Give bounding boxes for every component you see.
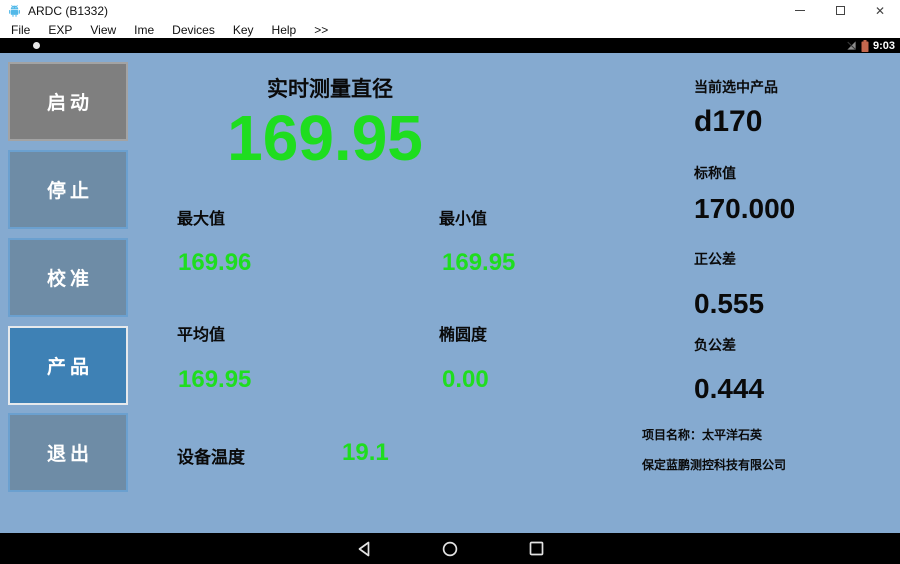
nominal-label: 标称值 <box>694 163 736 183</box>
minimize-icon <box>795 10 805 11</box>
min-label: 最小值 <box>439 205 487 229</box>
close-icon: ✕ <box>875 5 885 17</box>
ovality-value: 0.00 <box>442 366 489 394</box>
window-controls: ✕ <box>780 0 900 21</box>
avg-label: 平均值 <box>177 321 225 345</box>
notification-dot-icon <box>33 42 40 49</box>
menu-exp[interactable]: EXP <box>39 23 81 37</box>
ovality-label: 椭圆度 <box>439 321 487 345</box>
status-icons: 9:03 <box>846 38 895 53</box>
app-content: 启动 停止 校准 产品 退出 实时测量直径 169.95 最大值 169.96 … <box>0 53 900 533</box>
android-app-icon <box>8 4 21 17</box>
avg-value: 169.95 <box>178 366 251 394</box>
device-temp-label: 设备温度 <box>177 443 245 468</box>
neg-tolerance-label: 负公差 <box>694 335 736 355</box>
menu-more[interactable]: >> <box>305 23 337 37</box>
menu-view[interactable]: View <box>81 23 125 37</box>
start-button[interactable]: 启动 <box>8 62 128 141</box>
maximize-button[interactable] <box>820 0 860 21</box>
no-signal-icon <box>846 40 857 51</box>
current-diameter-value: 169.95 <box>150 101 500 175</box>
pos-tolerance-label: 正公差 <box>694 249 736 269</box>
neg-tolerance-value: 0.444 <box>694 373 764 405</box>
selected-product-label: 当前选中产品 <box>694 77 778 97</box>
exit-button[interactable]: 退出 <box>8 413 128 492</box>
recents-icon <box>529 541 544 556</box>
ardc-window: ARDC (B1332) ✕ File EXP View Ime Devices… <box>0 0 900 564</box>
max-label: 最大值 <box>177 205 225 229</box>
window-title: ARDC (B1332) <box>28 4 108 18</box>
android-status-bar: 9:03 <box>0 38 900 53</box>
back-button[interactable] <box>355 540 373 558</box>
menu-file[interactable]: File <box>2 23 39 37</box>
calibrate-button[interactable]: 校准 <box>8 238 128 317</box>
menubar: File EXP View Ime Devices Key Help >> <box>0 21 900 38</box>
nominal-value: 170.000 <box>694 193 795 225</box>
measurement-title: 实时测量直径 <box>180 73 480 103</box>
recents-button[interactable] <box>527 540 545 558</box>
maximize-icon <box>836 6 845 15</box>
device-temp-value: 19.1 <box>342 439 389 467</box>
menu-ime[interactable]: Ime <box>125 23 163 37</box>
product-button[interactable]: 产品 <box>8 326 128 405</box>
project-name: 项目名称：太平洋石英 <box>642 426 762 443</box>
battery-low-icon <box>861 40 869 52</box>
menu-help[interactable]: Help <box>263 23 306 37</box>
android-nav-bar <box>0 533 900 564</box>
selected-product-value: d170 <box>694 105 762 139</box>
status-time: 9:03 <box>873 40 895 52</box>
company-name: 保定蓝鹏测控科技有限公司 <box>642 456 786 473</box>
max-value: 169.96 <box>178 249 251 277</box>
back-icon <box>357 541 371 557</box>
home-button[interactable] <box>441 540 459 558</box>
min-value: 169.95 <box>442 249 515 277</box>
menu-key[interactable]: Key <box>224 23 263 37</box>
menu-devices[interactable]: Devices <box>163 23 224 37</box>
window-titlebar: ARDC (B1332) ✕ <box>0 0 900 21</box>
pos-tolerance-value: 0.555 <box>694 288 764 320</box>
home-icon <box>442 541 458 557</box>
minimize-button[interactable] <box>780 0 820 21</box>
close-button[interactable]: ✕ <box>860 0 900 21</box>
stop-button[interactable]: 停止 <box>8 150 128 229</box>
